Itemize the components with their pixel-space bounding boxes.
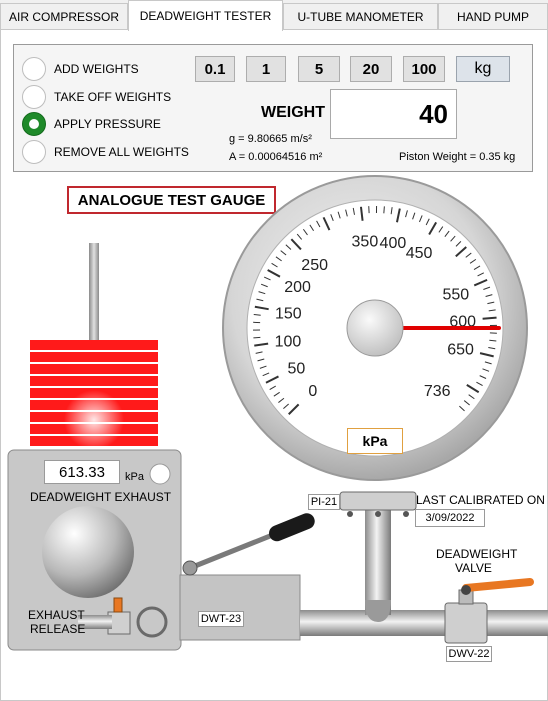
calibration-date: 3/09/2022 [415,509,485,527]
gauge-flange [339,491,417,511]
weight-disc [30,364,158,374]
last-calibrated-label: LAST CALIBRATED ON [416,493,545,507]
gauge-unit-label: kPa [347,428,403,454]
exhaust-pressure-readout: 613.33 [44,460,120,484]
gauge-tick-label: 650 [447,341,474,358]
exhaust-readout-unit: kPa [125,471,144,483]
gauge-minor-tick [253,336,261,339]
gauge-tick-label: 50 [287,360,305,377]
deadweight-exhaust-label: DEADWEIGHT EXHAUST [30,490,172,504]
piston-rod [89,243,99,340]
gauge-tick-label: 550 [443,286,470,303]
weight-disc [30,340,158,350]
indicator-light [149,463,171,485]
gauge-tick-label: 736 [424,383,451,400]
gauge-pipe [365,505,391,615]
deadweight-valve-label-2: VALVE [455,561,492,575]
gauge-tick-label: 0 [308,383,317,400]
gauge-tick-label: 350 [352,234,379,251]
gauge-tick-label: 400 [380,235,407,252]
tab-deadweight-tester[interactable]: DEADWEIGHT TESTER [128,0,283,31]
gauge-minor-tick [383,206,385,214]
lever-handle[interactable] [267,511,317,544]
pump-block [179,574,301,641]
gauge-tick-label: 250 [301,257,328,274]
exhaust-valve-handle[interactable] [113,597,123,613]
deadweight-valve-label-1: DEADWEIGHT [436,547,518,561]
gauge-hub [346,299,404,357]
gauge-tick-label: 100 [275,334,302,351]
weight-disc [30,376,158,386]
exhaust-knob[interactable] [42,506,134,598]
dwt-23-tag: DWT-23 [198,611,244,627]
weight-disc [30,352,158,362]
dwv-22-tag: DWV-22 [446,646,492,662]
valve-handle[interactable] [462,578,534,592]
gauge-tick-label: 150 [275,306,302,323]
gauge-major-tick [482,316,497,320]
main-pipe [300,610,548,636]
weight-glow [64,390,124,450]
deadweight-tester-diagram: 050100150200250350 400450550600650736 [7,175,548,651]
lever-pivot [182,560,198,576]
deadweight-valve-body[interactable] [444,602,488,644]
exhaust-release-label-1: EXHAUST [28,608,85,622]
exhaust-release-label-2: RELEASE [30,622,86,636]
weight-stack [30,340,158,450]
gauge-tick-label: 450 [406,245,433,262]
pi-21-tag: PI-21 [308,494,340,510]
gauge-tick-label: 200 [284,279,311,296]
